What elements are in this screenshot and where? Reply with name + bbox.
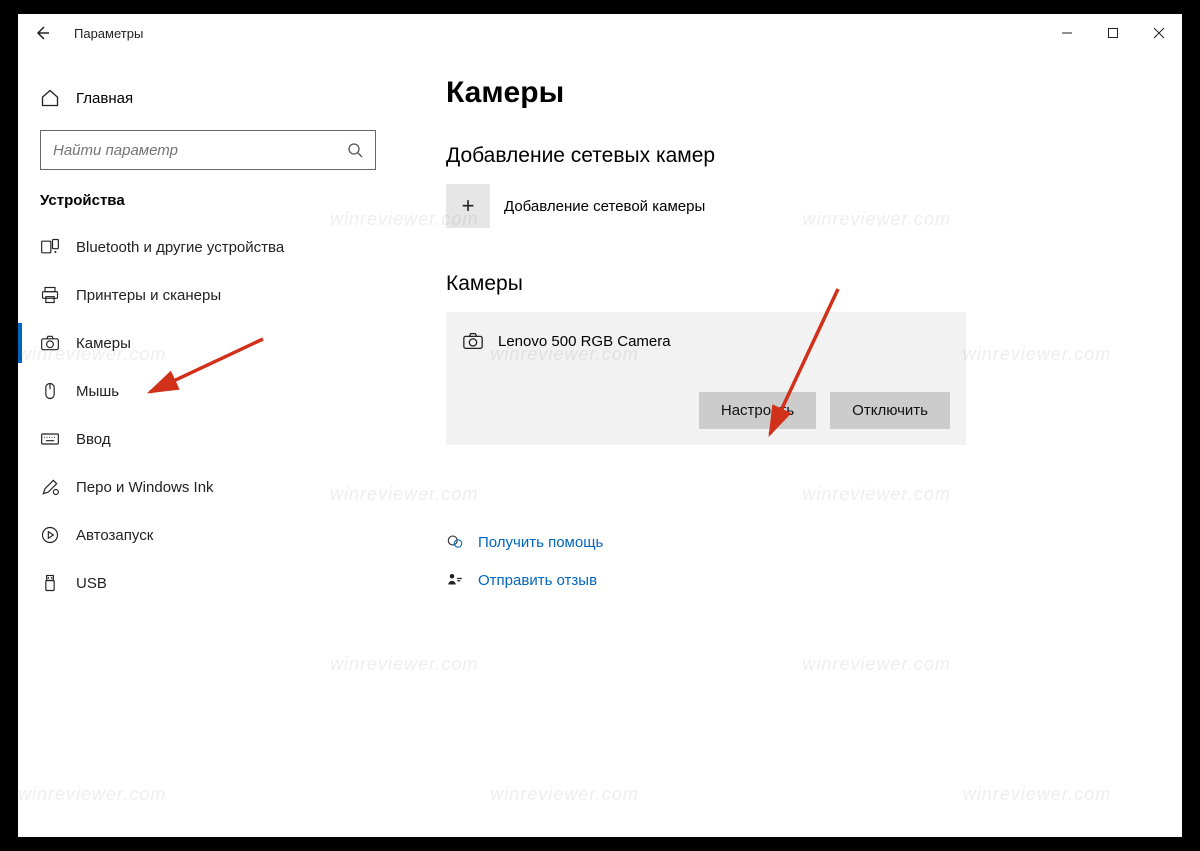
sidebar-item-label: Автозапуск <box>76 527 153 544</box>
camera-device-name: Lenovo 500 RGB Camera <box>498 333 671 350</box>
maximize-icon <box>1107 27 1119 39</box>
get-help-link[interactable]: Получить помощь <box>446 523 1154 561</box>
sidebar-item-pen[interactable]: Перо и Windows Ink <box>18 463 398 511</box>
sidebar-item-label: Принтеры и сканеры <box>76 287 221 304</box>
get-help-label: Получить помощь <box>478 534 603 551</box>
arrow-left-icon <box>34 25 50 41</box>
sidebar-item-typing[interactable]: Ввод <box>18 415 398 463</box>
page-title: Камеры <box>446 76 1154 110</box>
sidebar-item-bluetooth[interactable]: Bluetooth и другие устройства <box>18 223 398 271</box>
sidebar-item-mouse[interactable]: Мышь <box>18 367 398 415</box>
window-title: Параметры <box>74 26 143 41</box>
titlebar: Параметры <box>18 14 1182 52</box>
sidebar-item-cameras[interactable]: Камеры <box>18 319 398 367</box>
usb-icon <box>40 573 60 593</box>
sidebar-item-label: Мышь <box>76 383 119 400</box>
sidebar-item-label: Перо и Windows Ink <box>76 479 214 496</box>
printer-icon <box>40 285 60 305</box>
disable-button[interactable]: Отключить <box>830 392 950 429</box>
feedback-icon <box>446 571 464 589</box>
help-icon <box>446 533 464 551</box>
settings-window: Параметры Главная Устройства Bluetoo <box>18 14 1182 837</box>
content-pane: Камеры Добавление сетевых камер + Добавл… <box>398 52 1182 837</box>
minimize-icon <box>1061 27 1073 39</box>
configure-button[interactable]: Настроить <box>699 392 816 429</box>
sidebar-item-label: Камеры <box>76 335 131 352</box>
camera-icon <box>462 330 484 352</box>
add-network-camera-label: Добавление сетевой камеры <box>504 198 705 215</box>
feedback-label: Отправить отзыв <box>478 572 597 589</box>
sidebar: Главная Устройства Bluetooth и другие ус… <box>18 52 398 837</box>
camera-icon <box>40 333 60 353</box>
autoplay-icon <box>40 525 60 545</box>
home-link[interactable]: Главная <box>18 76 398 120</box>
add-network-camera-button[interactable]: + Добавление сетевой камеры <box>446 184 1154 228</box>
window-controls <box>1044 14 1182 52</box>
camera-device-card[interactable]: Lenovo 500 RGB Camera Настроить Отключит… <box>446 312 966 445</box>
search-box[interactable] <box>40 130 376 170</box>
sidebar-item-label: Bluetooth и другие устройства <box>76 239 284 256</box>
home-label: Главная <box>76 90 133 107</box>
sidebar-item-label: Ввод <box>76 431 111 448</box>
minimize-button[interactable] <box>1044 14 1090 52</box>
sidebar-section-label: Устройства <box>18 170 398 223</box>
keyboard-icon <box>40 429 60 449</box>
cameras-list-heading: Камеры <box>446 272 1154 296</box>
plus-icon: + <box>446 184 490 228</box>
sidebar-item-autoplay[interactable]: Автозапуск <box>18 511 398 559</box>
sidebar-item-label: USB <box>76 575 107 592</box>
maximize-button[interactable] <box>1090 14 1136 52</box>
search-input[interactable] <box>53 142 347 159</box>
feedback-link[interactable]: Отправить отзыв <box>446 561 1154 599</box>
mouse-icon <box>40 381 60 401</box>
sidebar-item-usb[interactable]: USB <box>18 559 398 607</box>
close-icon <box>1153 27 1165 39</box>
bluetooth-devices-icon <box>40 237 60 257</box>
home-icon <box>40 88 60 108</box>
search-icon <box>347 142 363 158</box>
sidebar-item-printers[interactable]: Принтеры и сканеры <box>18 271 398 319</box>
back-button[interactable] <box>18 14 66 52</box>
help-links: Получить помощь Отправить отзыв <box>446 523 1154 599</box>
close-button[interactable] <box>1136 14 1182 52</box>
pen-icon <box>40 477 60 497</box>
add-network-cameras-heading: Добавление сетевых камер <box>446 144 1154 168</box>
